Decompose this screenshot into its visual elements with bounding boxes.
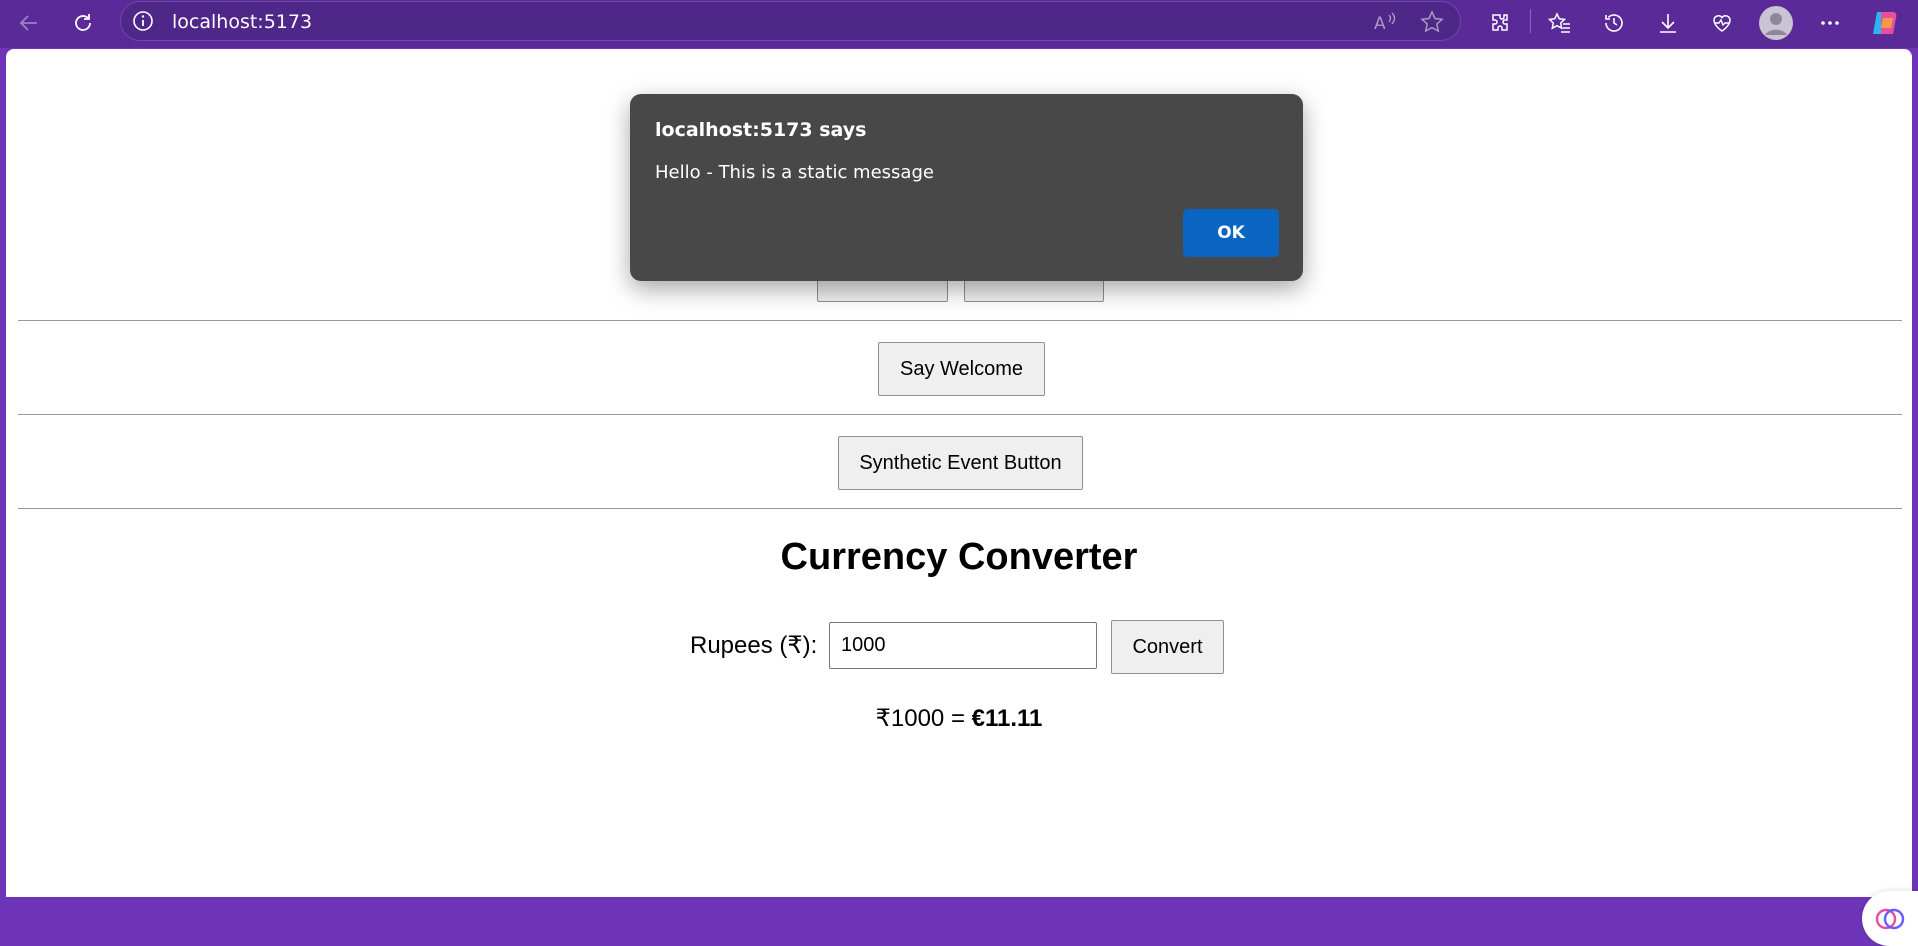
health-icon[interactable] (1705, 6, 1739, 40)
browser-toolbar: localhost:5173 A (0, 0, 1918, 48)
copilot-brain-icon (1875, 908, 1905, 929)
more-icon[interactable] (1813, 6, 1847, 40)
svg-text:A: A (1374, 14, 1386, 34)
ok-button[interactable]: OK (1183, 209, 1279, 257)
extensions-icon[interactable] (1483, 6, 1517, 40)
page-viewport: Increment Decrement Say Welcome Syntheti… (6, 49, 1918, 946)
conversion-result-value: €11.11 (971, 705, 1043, 732)
refresh-icon[interactable] (66, 6, 100, 40)
conversion-result: ₹1000 = €11.11 (6, 704, 1912, 733)
convert-button[interactable]: Convert (1111, 620, 1224, 674)
favorites-icon[interactable] (1543, 6, 1577, 40)
divider (18, 414, 1902, 415)
rupees-amount-input[interactable] (829, 622, 1097, 669)
rupees-input-label: Rupees (₹): (690, 632, 818, 659)
alert-dialog: localhost:5173 says Hello - This is a st… (630, 94, 1303, 281)
url-text[interactable]: localhost:5173 (172, 11, 312, 33)
favorite-star-icon[interactable] (1419, 9, 1445, 35)
conversion-result-prefix: ₹1000 = (875, 705, 972, 732)
copilot-icon[interactable] (1867, 6, 1901, 40)
read-aloud-icon[interactable]: A (1372, 9, 1398, 35)
divider (18, 320, 1902, 321)
divider (18, 508, 1902, 509)
toolbar-separator (1530, 9, 1531, 33)
say-welcome-button[interactable]: Say Welcome (878, 342, 1045, 396)
downloads-icon[interactable] (1651, 6, 1685, 40)
page-title: Currency Converter (780, 536, 1138, 578)
address-bar[interactable]: localhost:5173 A (120, 1, 1461, 41)
dialog-title: localhost:5173 says (655, 119, 867, 141)
dialog-message: Hello - This is a static message (655, 162, 934, 183)
profile-avatar-icon[interactable] (1759, 6, 1793, 40)
back-icon[interactable] (12, 6, 46, 40)
history-icon[interactable] (1597, 6, 1631, 40)
info-icon[interactable] (132, 10, 154, 32)
synthetic-event-button[interactable]: Synthetic Event Button (838, 436, 1083, 490)
copilot-assistant-button[interactable] (1862, 891, 1918, 946)
